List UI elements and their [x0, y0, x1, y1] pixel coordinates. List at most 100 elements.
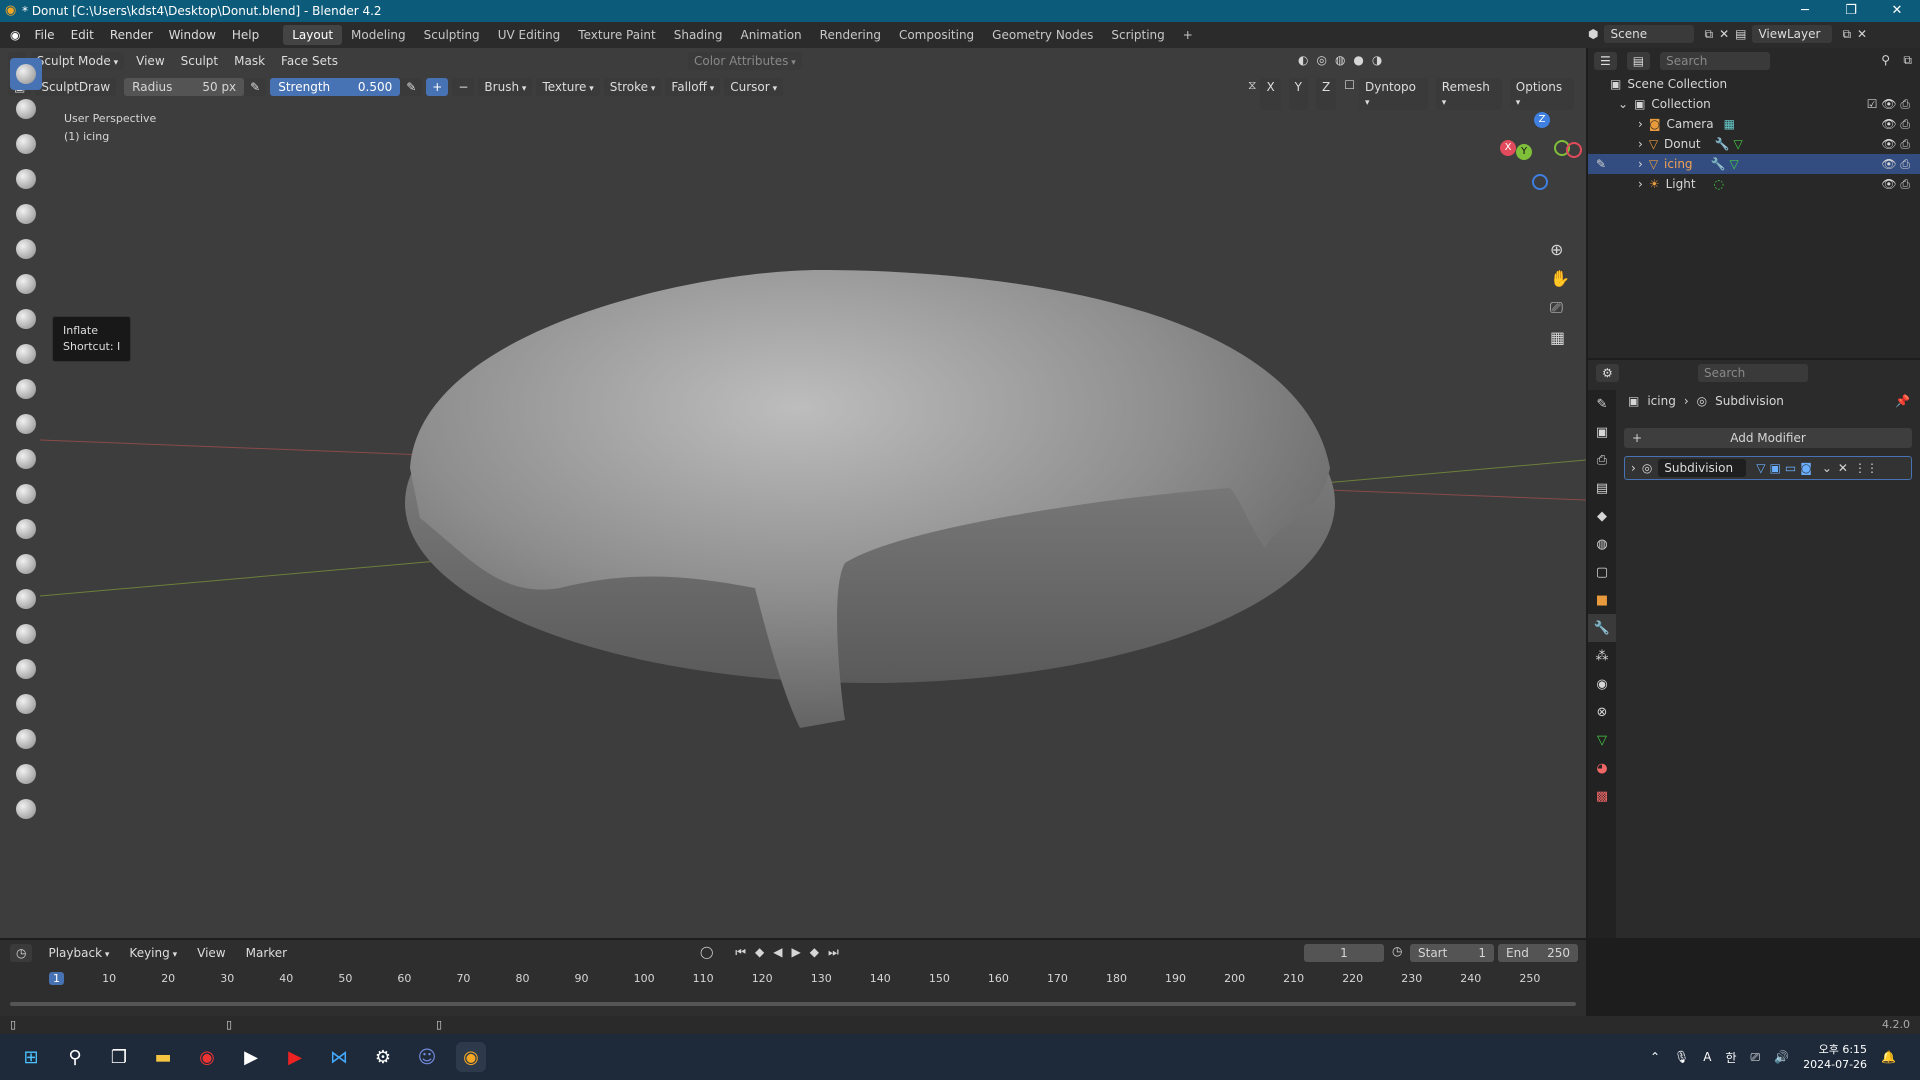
drag-handle-icon[interactable]: ⋮⋮ [1854, 461, 1878, 475]
menu-render[interactable]: Render [102, 28, 161, 42]
radius-pressure-icon[interactable]: ✎ [244, 78, 267, 96]
texture-menu[interactable]: Texture [536, 78, 600, 96]
expand-icon[interactable]: › [1638, 117, 1643, 131]
options-menu[interactable]: Options [1509, 78, 1574, 110]
modifier-name-field[interactable]: Subdivision [1658, 459, 1747, 477]
strength-value[interactable]: 0.500 [358, 80, 392, 94]
dropdown-icon[interactable]: ⌄ [1822, 461, 1832, 475]
menu-help[interactable]: Help [224, 28, 267, 42]
falloff-menu[interactable]: Falloff [665, 78, 721, 96]
color-attributes-dropdown[interactable]: Color Attributes [688, 52, 802, 70]
tool-grab-icon[interactable] [10, 583, 42, 615]
modifier-tab-icon[interactable]: 🔧 [1588, 614, 1616, 642]
start-value[interactable]: 1 [1478, 946, 1486, 960]
menu-file[interactable]: File [26, 28, 62, 42]
volume-icon[interactable]: 🔊 [1774, 1050, 1789, 1064]
tool-pinch-icon[interactable] [10, 548, 42, 580]
brush-name[interactable]: SculptDraw [35, 78, 117, 96]
add-modifier-button[interactable]: + Add Modifier [1624, 428, 1912, 448]
network-icon[interactable]: ⎚ [1751, 1050, 1761, 1065]
tool-scrape-icon[interactable] [10, 478, 42, 510]
expand-icon[interactable]: › [1631, 461, 1636, 475]
navigation-gizmo[interactable]: Z X Y [1496, 108, 1586, 238]
subtract-direction-icon[interactable]: − [452, 78, 475, 96]
clock-icon[interactable]: ◷ [1392, 944, 1402, 958]
pin-icon[interactable]: 📌 [1895, 394, 1910, 408]
add-workspace-icon[interactable]: + [1174, 25, 1202, 45]
viewlayer-icon[interactable]: ▤ [1735, 27, 1746, 41]
expand-icon[interactable]: › [1638, 137, 1643, 151]
properties-editor-icon[interactable]: ⚙ [1596, 364, 1619, 382]
clock[interactable]: 오후 6:15 2024-07-26 [1803, 1042, 1867, 1072]
zoom-icon[interactable]: ⊕ [1550, 240, 1570, 259]
outliner-row-camera[interactable]: › ◙ Camera ▦ 👁 ⎙ [1588, 114, 1920, 134]
menu-mask[interactable]: Mask [226, 54, 273, 68]
tool-clay-thumb-icon[interactable] [10, 198, 42, 230]
current-frame-field[interactable]: 1 [1304, 944, 1384, 962]
viewport-shading-icons[interactable]: ◐◎◍●◑ [1298, 53, 1390, 67]
radius-value[interactable]: 50 px [202, 80, 236, 94]
properties-search-input[interactable]: Search [1698, 364, 1808, 382]
outliner-search-input[interactable]: Search [1660, 52, 1771, 70]
tool-elastic-deform-icon[interactable] [10, 618, 42, 650]
menu-sculpt[interactable]: Sculpt [173, 54, 226, 68]
tool-clay-strips-icon[interactable] [10, 163, 42, 195]
strength-pressure-icon[interactable]: ✎ [400, 78, 423, 96]
chevron-up-icon[interactable]: ⌃ [1650, 1050, 1660, 1064]
camera-view-icon[interactable]: ⎚ [1550, 298, 1570, 318]
filter-icon[interactable]: ⚲ [1881, 53, 1890, 67]
marker-menu[interactable]: Marker [238, 946, 295, 960]
menu-window[interactable]: Window [161, 28, 224, 42]
display-mode-icon[interactable]: ▤ [1626, 52, 1651, 70]
microphone-icon[interactable]: 🎙 [1674, 1050, 1689, 1064]
collection-expand-icon[interactable]: ⌄ [1618, 97, 1628, 111]
discord-icon[interactable]: ☺ [412, 1042, 442, 1072]
tab-geometry-nodes[interactable]: Geometry Nodes [983, 25, 1102, 45]
playback-menu[interactable]: Playback [40, 946, 117, 960]
remove-modifier-icon[interactable]: ✕ [1838, 461, 1848, 475]
tool-fill-icon[interactable] [10, 443, 42, 475]
tool-thumb-icon[interactable] [10, 688, 42, 720]
object-tab-icon[interactable]: ■ [1588, 586, 1616, 614]
menu-face-sets[interactable]: Face Sets [273, 54, 346, 68]
gizmo-neg-z[interactable] [1532, 174, 1548, 190]
data-tab-icon[interactable]: ▽ [1588, 726, 1616, 754]
tab-scripting[interactable]: Scripting [1102, 25, 1173, 45]
mesh-data-icon[interactable]: ▽ [1734, 137, 1743, 151]
tool-rotate-icon[interactable] [10, 793, 42, 825]
steam-icon[interactable]: ⚙ [368, 1042, 398, 1072]
close-button[interactable]: ✕ [1874, 0, 1920, 22]
tab-shading[interactable]: Shading [665, 25, 732, 45]
light-data-icon[interactable]: ◌ [1714, 177, 1724, 191]
stroke-menu[interactable]: Stroke [603, 78, 662, 96]
tool-smooth-icon[interactable] [10, 373, 42, 405]
modifier-panel-subdivision[interactable]: › ◎ Subdivision ▽▣▭◙ ⌄ ✕ ⋮⋮ [1624, 456, 1912, 480]
tool-nudge-icon[interactable] [10, 758, 42, 790]
texture-tab-icon[interactable]: ▩ [1588, 782, 1616, 810]
tool-pose-icon[interactable] [10, 723, 42, 755]
render-tab-icon[interactable]: ▣ [1588, 418, 1616, 446]
tool-draw-icon[interactable] [10, 58, 42, 90]
tab-uv-editing[interactable]: UV Editing [489, 25, 570, 45]
mesh-data-icon[interactable]: ▽ [1730, 157, 1739, 171]
sculpt-mode-icon[interactable]: ✎ [1596, 157, 1606, 171]
blender-taskbar-icon[interactable]: ◉ [456, 1042, 486, 1072]
remove-scene-icon[interactable]: ✕ [1719, 27, 1729, 41]
modifier-display-toggles[interactable]: ▽▣▭◙ [1756, 461, 1816, 475]
cursor-menu[interactable]: Cursor [724, 78, 784, 96]
axis-z-toggle[interactable]: Z [1316, 78, 1337, 110]
file-explorer-icon[interactable]: ▬ [148, 1042, 178, 1072]
collection-row[interactable]: ⌄ ▣ Collection ☑ 👁 ⎙ [1588, 94, 1920, 114]
donut-visibility-icons[interactable]: 👁 ⎙ [1881, 137, 1910, 152]
scene-tab-icon[interactable]: ◆ [1588, 502, 1616, 530]
collection-tab-icon[interactable]: ▢ [1588, 558, 1616, 586]
tab-animation[interactable]: Animation [731, 25, 810, 45]
new-collection-icon[interactable]: ⧉ [1903, 53, 1912, 68]
collection-visibility-icons[interactable]: ☑ 👁 ⎙ [1867, 97, 1910, 112]
scene-collection-row[interactable]: ▣ Scene Collection [1588, 74, 1920, 94]
add-direction-icon[interactable]: + [426, 78, 449, 96]
task-view-icon[interactable]: ❐ [104, 1042, 134, 1072]
tool-snake-hook-icon[interactable] [10, 653, 42, 685]
timeline-editor-icon[interactable]: ◷ [10, 944, 33, 962]
search-icon[interactable]: ⚲ [60, 1042, 90, 1072]
